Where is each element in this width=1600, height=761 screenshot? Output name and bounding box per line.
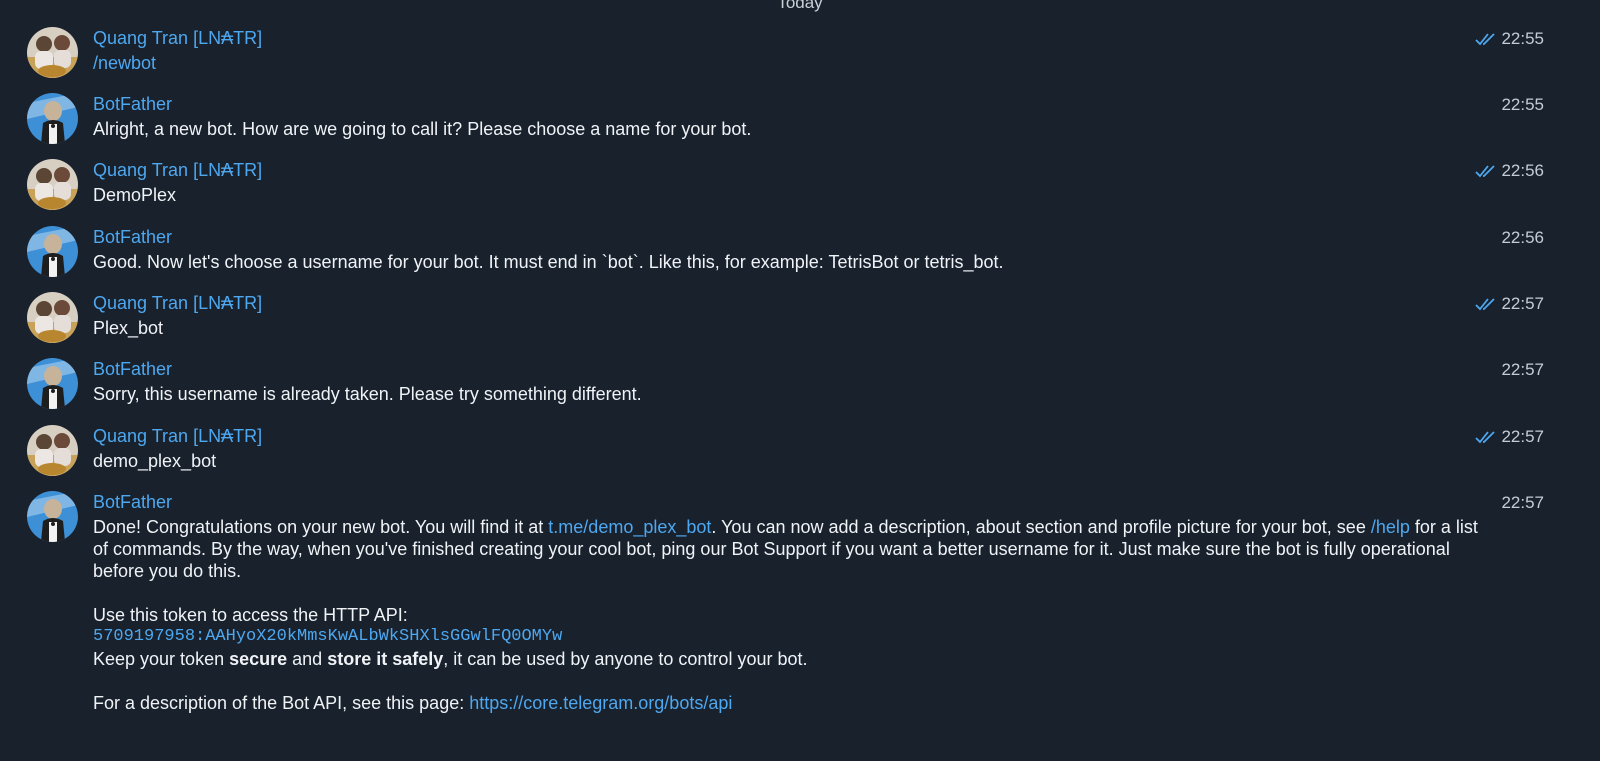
bot-api-link[interactable]: https://core.telegram.org/bots/api [469,693,732,713]
user-avatar-image [27,27,78,78]
message-text: DemoPlex [93,185,177,205]
message-text: Good. Now let's choose a username for yo… [93,252,1004,272]
user-avatar-image [27,425,78,476]
double-check-icon [1475,298,1496,311]
sender-name[interactable]: BotFather [93,491,172,513]
message-text: Done! Congratulations on your new bot. Y… [93,516,1483,714]
botfather-avatar-image [27,358,78,409]
double-check-icon [1475,33,1496,46]
botfather-avatar-image [27,491,78,542]
sender-name[interactable]: Quang Tran [LN₳TR] [93,159,262,181]
sender-name[interactable]: Quang Tran [LN₳TR] [93,27,262,49]
avatar[interactable] [27,292,78,343]
message-time: 22:57 [1501,427,1544,446]
chat-history: Today Quang Tran [LN₳TR] /newbot 22:55 B… [0,0,1600,761]
message-text: Plex_bot [93,318,164,338]
sender-name[interactable]: Quang Tran [LN₳TR] [93,425,262,447]
sender-name[interactable]: BotFather [93,93,172,115]
message-text: demo_plex_bot [93,451,217,471]
date-separator: Today [777,0,823,12]
user-avatar-image [27,292,78,343]
double-check-icon [1475,431,1496,444]
api-intro: For a description of the Bot API, see th… [93,693,470,713]
message-text: Alright, a new bot. How are we going to … [93,119,752,139]
avatar[interactable] [27,425,78,476]
bot-link[interactable]: t.me/demo_plex_bot [548,517,711,537]
message-meta: 22:57 [1475,293,1544,315]
message-time: 22:56 [1501,161,1544,180]
avatar[interactable] [27,491,78,542]
botfather-avatar-image [27,93,78,144]
message-meta: 22:56 [1475,160,1544,182]
bot-command-link[interactable]: /newbot [93,52,1473,74]
api-token[interactable]: 5709197958:AAHyoX20kMmsKwALbWkSHXlsGGwlF… [93,626,1483,648]
avatar[interactable] [27,27,78,78]
message-meta: 22:57 [1475,426,1544,448]
avatar[interactable] [27,358,78,409]
message-meta: 22:57 [1501,492,1544,514]
token-intro: Use this token to access the HTTP API: [93,605,408,625]
sender-name[interactable]: Quang Tran [LN₳TR] [93,292,262,314]
message-meta: 22:55 [1501,94,1544,116]
message-time: 22:55 [1501,95,1544,114]
message-meta: 22:55 [1475,28,1544,50]
message-time: 22:55 [1501,29,1544,48]
api-paragraph: For a description of the Bot API, see th… [93,692,1483,714]
user-avatar-image [27,159,78,210]
warning-bold: secure [229,649,288,669]
sender-name[interactable]: BotFather [93,226,172,248]
warning-text: and [287,649,328,669]
message-time: 22:57 [1501,493,1544,512]
help-command-link[interactable]: /help [1371,517,1410,537]
done-text-part: . You can now add a description, about s… [711,517,1371,537]
avatar[interactable] [27,93,78,144]
token-warning: Keep your token secure and store it safe… [93,648,1483,670]
message-meta: 22:56 [1501,227,1544,249]
done-text-part: Done! Congratulations on your new bot. Y… [93,517,549,537]
message-meta: 22:57 [1501,359,1544,381]
botfather-avatar-image [27,226,78,277]
sender-name[interactable]: BotFather [93,358,172,380]
avatar[interactable] [27,226,78,277]
message-text: Sorry, this username is already taken. P… [93,384,642,404]
double-check-icon [1475,165,1496,178]
message-time: 22:56 [1501,228,1544,247]
avatar[interactable] [27,159,78,210]
message-time: 22:57 [1501,360,1544,379]
warning-bold: store it safely [327,649,444,669]
warning-text: , it can be used by anyone to control yo… [443,649,808,669]
message-time: 22:57 [1501,294,1544,313]
done-paragraph: Done! Congratulations on your new bot. Y… [93,516,1483,582]
warning-text: Keep your token [93,649,230,669]
